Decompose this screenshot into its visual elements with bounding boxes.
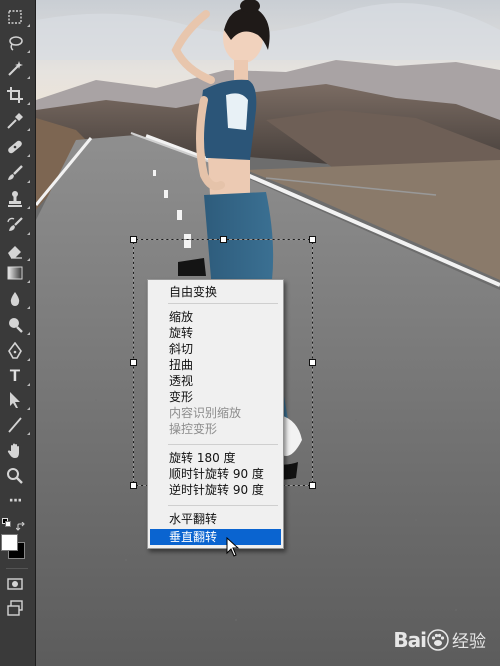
menu-separator bbox=[168, 303, 278, 304]
more-tools-icon[interactable]: ··· bbox=[4, 490, 26, 512]
menu-item-rotate-90-cw[interactable]: 顺时针旋转 90 度 bbox=[150, 466, 281, 482]
screen-mode-icon[interactable] bbox=[4, 597, 26, 619]
menu-item-perspective[interactable]: 透视 bbox=[150, 373, 281, 389]
menu-separator bbox=[168, 505, 278, 506]
toolbar-divider bbox=[6, 568, 28, 569]
dodge-icon[interactable] bbox=[4, 314, 30, 336]
menu-item-scale[interactable]: 缩放 bbox=[150, 309, 281, 325]
menu-item-rotate[interactable]: 旋转 bbox=[150, 325, 281, 341]
healing-brush-icon[interactable] bbox=[4, 136, 30, 158]
type-icon[interactable]: T bbox=[4, 365, 30, 387]
transform-handle-bottom-right[interactable] bbox=[309, 482, 316, 489]
more-tools-glyph: ··· bbox=[8, 493, 23, 509]
menu-item-flip-vertical[interactable]: 垂直翻转 bbox=[150, 529, 281, 545]
eyedropper-icon[interactable] bbox=[4, 110, 30, 132]
foreground-color-swatch[interactable] bbox=[1, 534, 18, 551]
gradient-icon[interactable] bbox=[4, 262, 30, 284]
tools-panel: T ··· bbox=[0, 0, 36, 666]
menu-separator bbox=[168, 444, 278, 445]
swap-colors-icon[interactable] bbox=[15, 517, 26, 531]
transform-handle-top-left[interactable] bbox=[130, 236, 137, 243]
menu-item-content-aware-scale: 内容识别缩放 bbox=[169, 406, 242, 420]
rect-marquee-icon[interactable] bbox=[4, 6, 30, 28]
transform-context-menu: 自由变换 缩放 旋转 斜切 扭曲 透视 变形 内容识别缩放 操控变形 旋转 18… bbox=[147, 279, 284, 549]
mouse-cursor-icon bbox=[226, 537, 240, 557]
watermark-text-left: Bai bbox=[393, 627, 427, 652]
path-select-icon[interactable] bbox=[4, 389, 30, 411]
zoom-icon[interactable] bbox=[4, 465, 26, 487]
line-icon[interactable] bbox=[4, 414, 30, 436]
transform-handle-top-right[interactable] bbox=[309, 236, 316, 243]
quick-mask-icon[interactable] bbox=[4, 573, 26, 595]
lasso-icon[interactable] bbox=[4, 32, 30, 54]
blur-drop-icon[interactable] bbox=[4, 288, 30, 310]
hand-icon[interactable] bbox=[4, 440, 26, 462]
brush-icon[interactable] bbox=[4, 162, 30, 184]
menu-item-rotate-90-ccw[interactable]: 逆时针旋转 90 度 bbox=[150, 482, 281, 498]
pen-icon[interactable] bbox=[4, 340, 30, 362]
paw-icon bbox=[427, 628, 449, 651]
menu-item-flip-horizontal[interactable]: 水平翻转 bbox=[150, 511, 281, 527]
menu-item-free-transform[interactable]: 自由变换 bbox=[150, 284, 281, 300]
history-brush-icon[interactable] bbox=[4, 214, 30, 236]
transform-handle-bottom-left[interactable] bbox=[130, 482, 137, 489]
menu-item-puppet-warp: 操控变形 bbox=[169, 422, 218, 436]
menu-item-skew[interactable]: 斜切 bbox=[150, 341, 281, 357]
menu-item-distort[interactable]: 扭曲 bbox=[150, 357, 281, 373]
magic-wand-icon[interactable] bbox=[4, 58, 30, 80]
transform-handle-top[interactable] bbox=[220, 236, 227, 243]
transform-handle-left[interactable] bbox=[130, 359, 137, 366]
menu-item-warp[interactable]: 变形 bbox=[150, 389, 281, 405]
menu-item-rotate-180[interactable]: 旋转 180 度 bbox=[150, 450, 281, 466]
type-tool-glyph: T bbox=[9, 366, 21, 385]
baidu-jingyan-watermark: Bai 经验 bbox=[393, 627, 486, 653]
transform-handle-right[interactable] bbox=[309, 359, 316, 366]
crop-icon[interactable] bbox=[4, 84, 30, 106]
clone-stamp-icon[interactable] bbox=[4, 188, 30, 210]
default-colors-icon[interactable] bbox=[2, 518, 11, 527]
eraser-icon[interactable] bbox=[4, 240, 30, 262]
watermark-text-right: 经验 bbox=[452, 632, 486, 652]
